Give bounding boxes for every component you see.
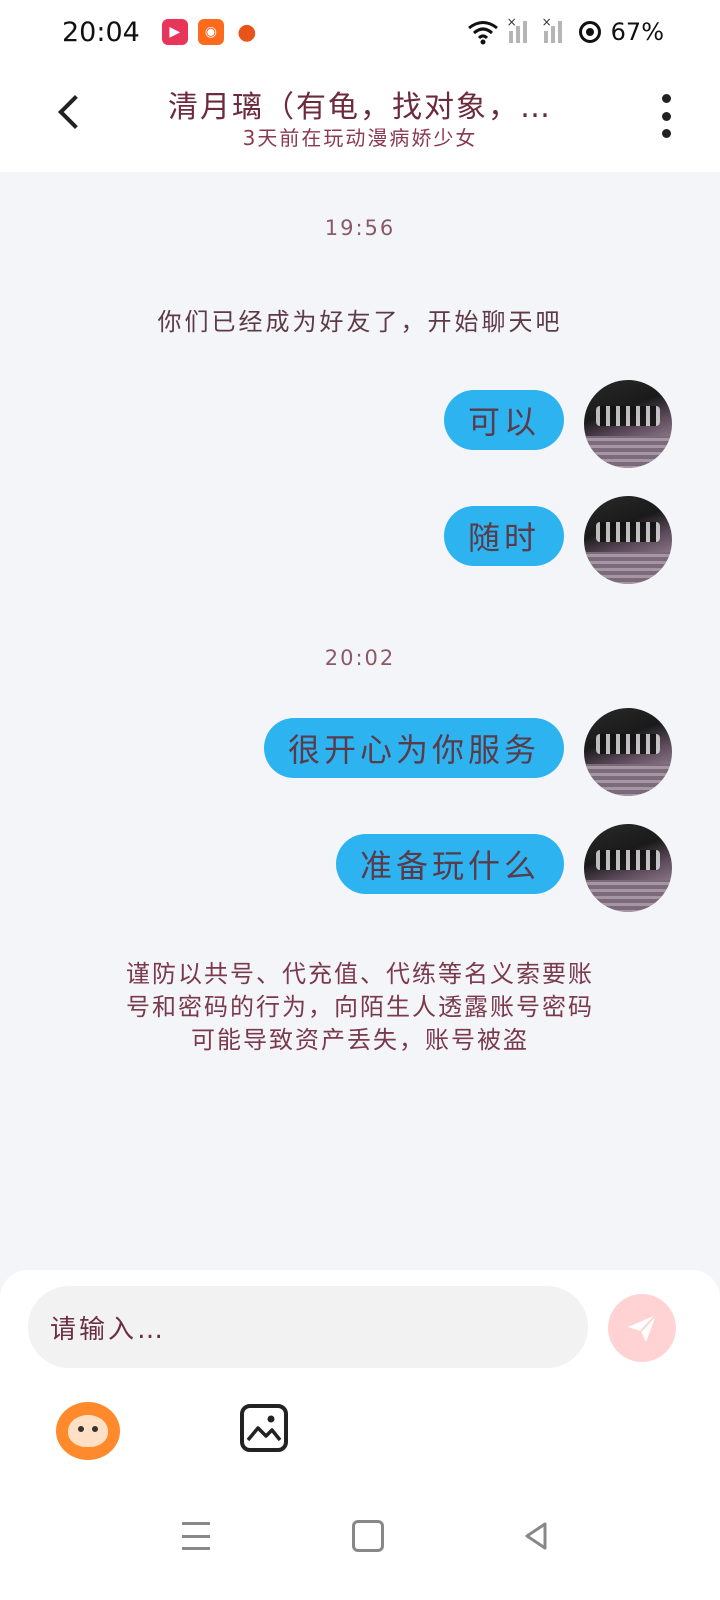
image-icon[interactable] <box>240 1404 288 1452</box>
message-list[interactable]: 19:56 你们已经成为好友了，开始聊天吧 可以 随时 20:02 很开心为你服… <box>0 172 720 1270</box>
contact-name: 清月璃（有龟，找对象，… <box>168 90 552 125</box>
video-app-icon: ▶ <box>161 19 188 45</box>
send-button[interactable] <box>608 1294 676 1362</box>
status-bar: 20:04 ▶ ◉ ● × × 67% <box>0 0 720 64</box>
message-bubble[interactable]: 可以 <box>443 390 564 450</box>
recent-apps-icon[interactable] <box>176 1522 216 1550</box>
send-icon <box>628 1314 657 1342</box>
avatar[interactable] <box>584 708 672 796</box>
system-nav-bar <box>0 1480 720 1600</box>
status-right: × × 67% <box>467 15 664 46</box>
warning-line: 可能导致资产丢失，账号被盗 <box>191 1026 529 1054</box>
nav-back-icon[interactable] <box>516 1516 556 1556</box>
timestamp: 20:02 <box>324 646 396 670</box>
message-row: 很开心为你服务 <box>263 708 672 796</box>
warning-line: 谨防以共号、代充值、代练等名义索要账 <box>126 960 594 988</box>
emoji-icon[interactable] <box>56 1402 120 1460</box>
contact-activity: 3天前在玩动漫病娇少女 <box>242 126 478 150</box>
warning-line: 号和密码的行为，向陌生人透露账号密码 <box>126 993 594 1021</box>
system-message: 你们已经成为好友了，开始聊天吧 <box>157 308 563 336</box>
message-input[interactable]: 请输入… <box>28 1286 588 1368</box>
message-row: 随时 <box>443 496 672 584</box>
timestamp: 19:56 <box>324 216 396 240</box>
image-glyph <box>246 1415 282 1442</box>
more-vertical-icon[interactable] <box>656 94 676 138</box>
signal-icon-1: × <box>507 15 534 43</box>
message-bubble[interactable]: 很开心为你服务 <box>263 718 564 778</box>
battery-icon <box>578 21 601 43</box>
message-bubble[interactable]: 随时 <box>443 506 564 566</box>
signal-icon-2: × <box>542 15 569 43</box>
kuaishou-icon: ◉ <box>197 19 224 45</box>
message-row: 可以 <box>443 380 672 468</box>
wifi-icon <box>467 21 498 45</box>
avatar[interactable] <box>584 496 672 584</box>
message-bubble[interactable]: 准备玩什么 <box>335 834 564 894</box>
avatar[interactable] <box>584 380 672 468</box>
status-time: 20:04 <box>62 16 140 48</box>
battery-percent: 67% <box>610 18 664 46</box>
security-warning: 谨防以共号、代充值、代练等名义索要账 号和密码的行为，向陌生人透露账号密码 可能… <box>70 958 650 1057</box>
notification-icons: ▶ ◉ ● <box>161 19 260 45</box>
emoji-face <box>68 1415 108 1447</box>
chat-screen: 20:04 ▶ ◉ ● × × 67% 清月璃（有龟，找对象，… 3天前在玩动漫… <box>0 0 720 1600</box>
home-icon[interactable] <box>348 1516 388 1556</box>
game-icon: ● <box>237 19 257 45</box>
chat-header: 清月璃（有龟，找对象，… 3天前在玩动漫病娇少女 <box>0 64 720 172</box>
back-arrow-icon[interactable] <box>50 92 90 132</box>
avatar[interactable] <box>584 824 672 912</box>
message-row: 准备玩什么 <box>335 824 672 912</box>
